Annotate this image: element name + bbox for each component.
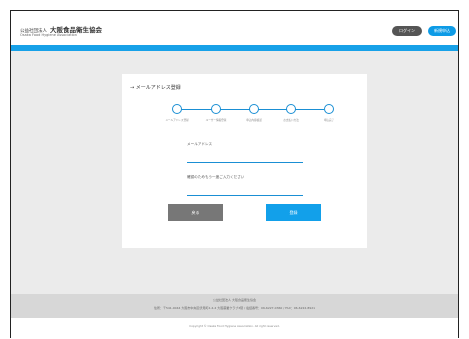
step-4-label: お支払い方法	[283, 119, 299, 122]
step-5-label: 申込完了	[323, 119, 335, 122]
footer-org-name: 公益社団法人 大阪食品衛生協会	[213, 298, 256, 302]
step-3-label: 申込内容確認	[246, 119, 262, 122]
copyright-text: Copyright © Osaka Food Hygiene Associati…	[189, 324, 280, 328]
register-button[interactable]: 新規申込	[428, 26, 456, 36]
step-connector	[181, 109, 212, 110]
site-header: 公益社団法人 大阪食品衛生協会 Osaka Food Hygiene Associ…	[11, 11, 458, 45]
submit-button[interactable]: 登録	[266, 204, 321, 221]
login-button[interactable]: ログイン	[392, 26, 422, 36]
step-4-circle	[286, 104, 296, 114]
step-2-circle	[211, 104, 221, 114]
email-field[interactable]	[187, 162, 303, 163]
step-3-circle	[249, 104, 259, 114]
step-connector	[220, 109, 250, 110]
footer-copyright: Copyright © Osaka Food Hygiene Associati…	[11, 318, 458, 339]
footer-address: 住所：〒541-0044 大阪市中央区伏見町2-4-4 大阪薬業クラブ3階 / …	[153, 306, 316, 310]
step-connector	[258, 109, 287, 110]
page-title: → メールアドレス登録	[130, 85, 181, 91]
step-5-circle	[324, 104, 334, 114]
step-1-label: メールアドレス登録	[165, 119, 189, 122]
back-button[interactable]: 戻る	[168, 204, 223, 221]
step-1-circle	[172, 104, 182, 114]
email-label: メールアドレス	[187, 142, 213, 146]
main-content: → メールアドレス登録 メールアドレス登録 ユーザー情報登録 申込内容確認 お支…	[11, 51, 458, 294]
step-2-label: ユーザー情報登録	[205, 119, 227, 122]
registration-card: → メールアドレス登録 メールアドレス登録 ユーザー情報登録 申込内容確認 お支…	[122, 74, 367, 248]
email-confirm-label: 確認のためもう一度ご入力ください	[187, 175, 245, 179]
footer-info: 公益社団法人 大阪食品衛生協会 住所：〒541-0044 大阪市中央区伏見町2-…	[11, 294, 458, 318]
browser-frame: 公益社団法人 大阪食品衛生協会 Osaka Food Hygiene Associ…	[10, 10, 459, 339]
email-confirm-field[interactable]	[187, 195, 303, 196]
step-connector	[295, 109, 324, 110]
org-name-en: Osaka Food Hygiene Association	[20, 33, 77, 37]
